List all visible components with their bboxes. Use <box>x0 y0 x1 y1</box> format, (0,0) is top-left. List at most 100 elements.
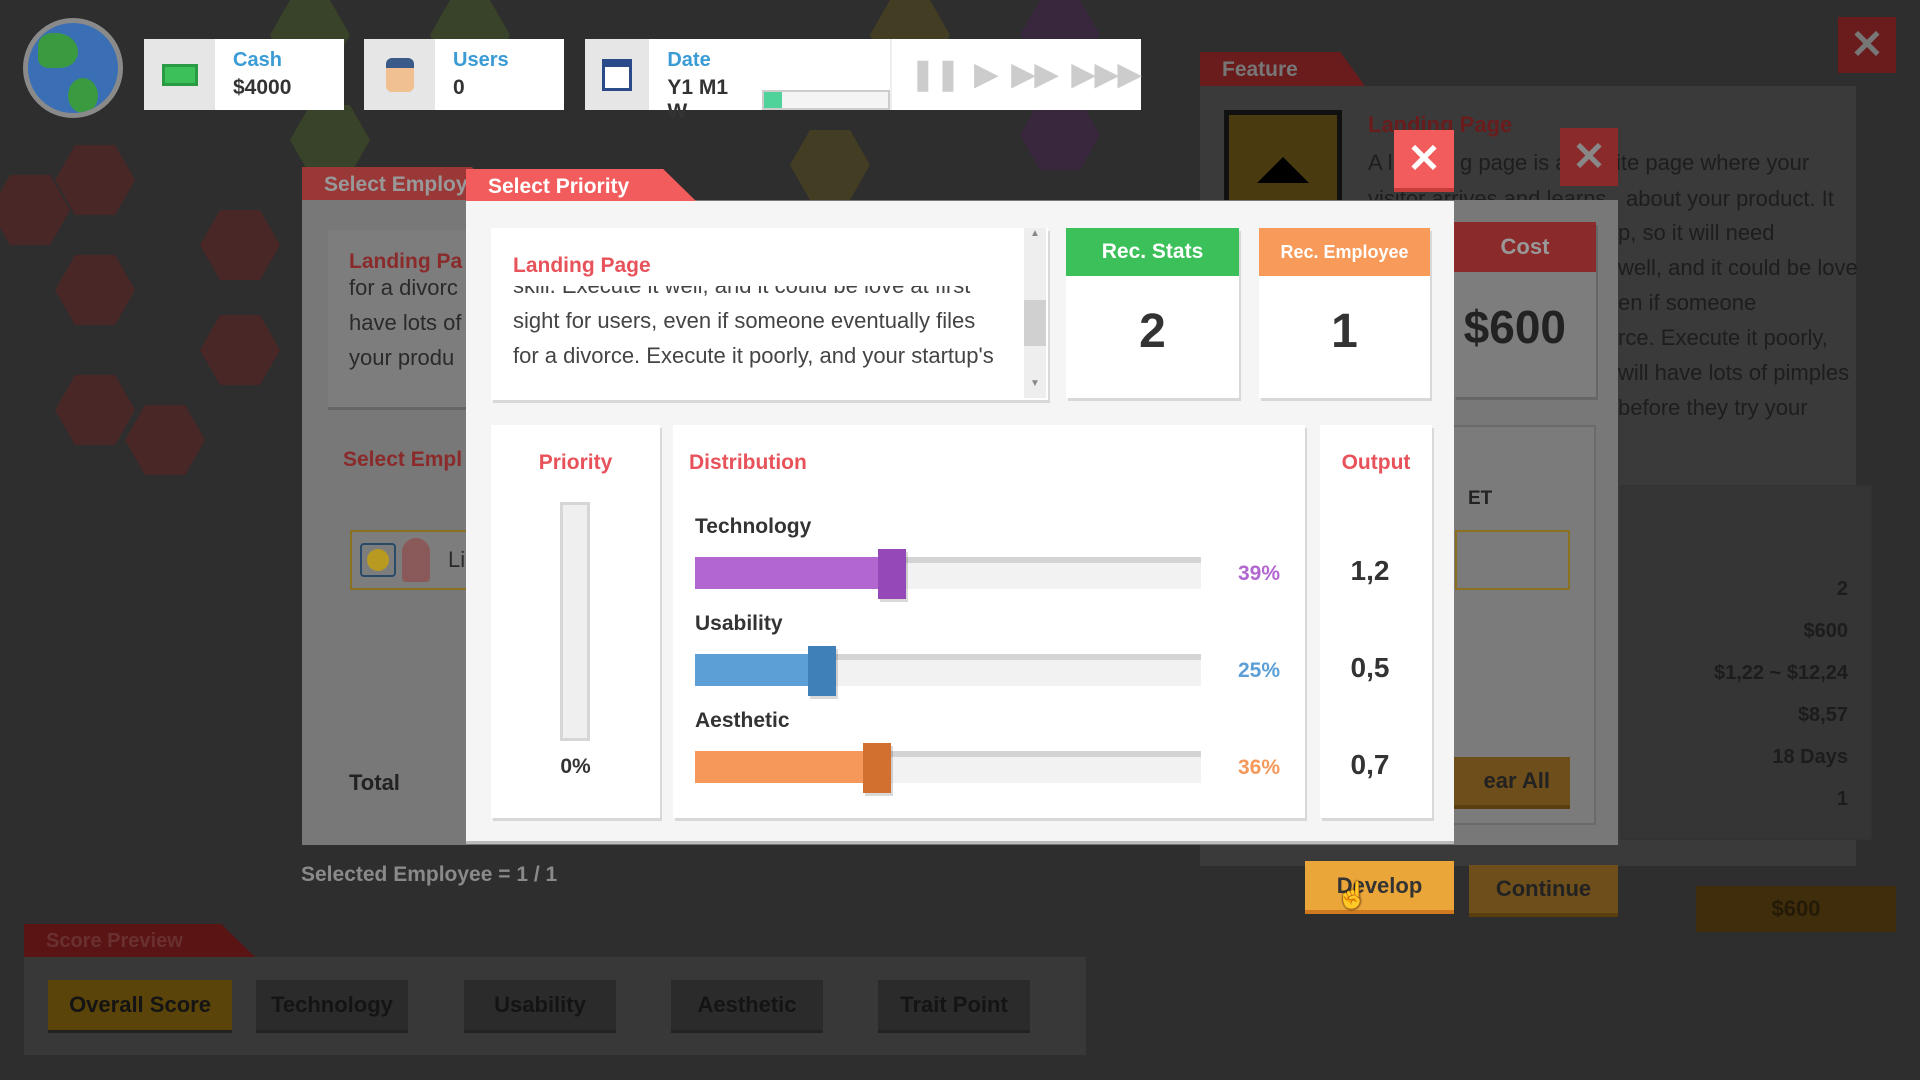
output-value: 0,7 <box>1350 749 1390 780</box>
summary-value: $8,57 <box>1797 704 1848 726</box>
users-label: Users <box>453 49 509 71</box>
close-modal-button[interactable]: ✕ <box>1394 130 1454 188</box>
continue-button[interactable]: Continue <box>1469 865 1618 913</box>
trait-point-button[interactable]: Trait Point <box>878 980 1030 1030</box>
play-icon[interactable]: ▶ <box>975 57 998 92</box>
feature-image <box>1224 110 1342 210</box>
total-label: Total <box>349 770 400 795</box>
rec-employee-value: 1 <box>1331 305 1358 358</box>
usability-score-button[interactable]: Usability <box>464 980 616 1030</box>
slider-aesthetic[interactable] <box>695 743 1201 793</box>
select-priority-tab: Select Priority <box>466 169 698 203</box>
feature-text-line: ite page where your <box>1616 150 1810 175</box>
clear-all-button[interactable]: ear All <box>1440 757 1570 805</box>
fast-forward-icon[interactable]: ▶▶ <box>1012 57 1058 92</box>
distribution-label: Distribution <box>689 451 807 474</box>
users-value: 0 <box>453 76 465 99</box>
employee-name: Li <box>448 547 466 572</box>
employee-slot[interactable] <box>1455 530 1570 590</box>
description-scrollbar[interactable]: ▲ ▼ <box>1024 228 1046 398</box>
user-avatar-icon <box>364 39 435 110</box>
hand-cursor-icon: ☝ <box>1336 880 1369 910</box>
hex-tile <box>200 315 280 385</box>
slider-handle[interactable] <box>807 646 836 696</box>
slider-technology[interactable] <box>695 549 1201 599</box>
feature-text-line: rce. Execute it poorly, <box>1618 325 1828 350</box>
slider-fill <box>695 751 878 783</box>
technology-score-button[interactable]: Technology <box>256 980 408 1030</box>
summary-value: 2 <box>1836 578 1848 600</box>
feature-text-line: well, and it could be love <box>1618 255 1858 280</box>
employee-feature-title: Landing Pa <box>349 250 463 273</box>
aesthetic-score-button[interactable]: Aesthetic <box>671 980 823 1030</box>
slider-label-aesthetic: Aesthetic <box>695 709 790 732</box>
employee-card[interactable]: Li <box>350 530 480 590</box>
cash-icon <box>144 39 215 110</box>
priority-label: Priority <box>538 451 613 474</box>
description-title: Landing Page <box>513 228 1018 286</box>
pause-icon[interactable]: ❚❚ <box>910 57 960 92</box>
slider-label-technology: Technology <box>695 515 812 538</box>
slider-handle[interactable] <box>878 549 907 599</box>
description-box: Landing Page skill. Execute it well, and… <box>491 228 1048 400</box>
summary-value: 1 <box>1836 788 1848 810</box>
summary-value: $600 <box>1803 620 1849 642</box>
slider-label-usability: Usability <box>695 612 783 635</box>
description-line: sight for users, even if someone eventua… <box>513 308 976 333</box>
scroll-up-icon[interactable]: ▲ <box>1024 228 1046 248</box>
slider-percent: 39% <box>1237 562 1280 585</box>
feature-text-line: A l <box>1368 150 1393 175</box>
happy-mood-icon <box>360 543 396 577</box>
slider-percent: 36% <box>1237 756 1280 779</box>
employee-feature-text: your produ <box>349 345 455 370</box>
hex-tile <box>55 145 135 215</box>
fastest-forward-icon[interactable]: ▶▶▶ <box>1072 57 1141 92</box>
date-label: Date <box>667 49 711 71</box>
slider-handle[interactable] <box>863 743 892 793</box>
hex-tile <box>1020 100 1100 170</box>
cash-label: Cash <box>233 49 282 71</box>
develop-button[interactable]: Develop <box>1305 861 1454 910</box>
employee-feature-text: for a divorc <box>349 275 458 300</box>
slider-usability[interactable] <box>695 646 1201 696</box>
hex-tile <box>55 255 135 325</box>
hex-tile <box>290 105 370 175</box>
close-employee-panel-button[interactable]: ✕ <box>1560 128 1618 186</box>
feature-text-line: about your product. It <box>1626 186 1834 211</box>
cost-header: Cost <box>1454 222 1596 272</box>
output-value: 1,2 <box>1350 555 1390 586</box>
cash-display: Cash $4000 <box>144 39 344 110</box>
priority-slider[interactable] <box>560 502 590 741</box>
overall-score-button[interactable]: Overall Score <box>48 980 232 1030</box>
output-label: Output <box>1341 451 1411 474</box>
hex-tile <box>55 375 135 445</box>
et-label: ET <box>1468 488 1493 509</box>
score-preview-tab: Score Preview <box>24 924 256 958</box>
output-value: 0,5 <box>1350 652 1390 683</box>
rec-stats-value: 2 <box>1139 305 1166 358</box>
hex-tile <box>200 210 280 280</box>
summary-value: 18 Days <box>1772 746 1848 768</box>
rec-employee-card: Rec. Employee 1 <box>1259 228 1430 398</box>
rec-stats-label: Rec. Stats <box>1066 228 1239 276</box>
price-button[interactable]: $600 <box>1696 886 1896 932</box>
close-feature-button[interactable]: ✕ <box>1838 17 1896 73</box>
priority-value: 0% <box>560 755 591 778</box>
description-line: for a divorce. Execute it poorly, and yo… <box>513 343 994 368</box>
scroll-down-icon[interactable]: ▼ <box>1024 378 1046 398</box>
cash-value: $4000 <box>233 76 292 99</box>
select-employee-label: Select Empl <box>343 448 463 471</box>
globe-icon[interactable] <box>23 18 123 118</box>
feature-text-line: before they try your <box>1618 395 1808 420</box>
feature-text-line: g page is a <box>1460 150 1568 175</box>
scrollbar-thumb[interactable] <box>1024 300 1046 346</box>
feature-text-line: en if someone <box>1618 290 1757 315</box>
week-progress-bar <box>761 90 891 110</box>
slider-fill <box>695 654 822 686</box>
hex-tile <box>790 130 870 200</box>
employee-feature-text: have lots of <box>349 310 462 335</box>
date-value: Y1 M1 W <box>667 76 729 123</box>
priority-column: Priority 0% <box>491 425 660 818</box>
hex-tile <box>125 405 205 475</box>
calendar-icon <box>585 39 650 110</box>
